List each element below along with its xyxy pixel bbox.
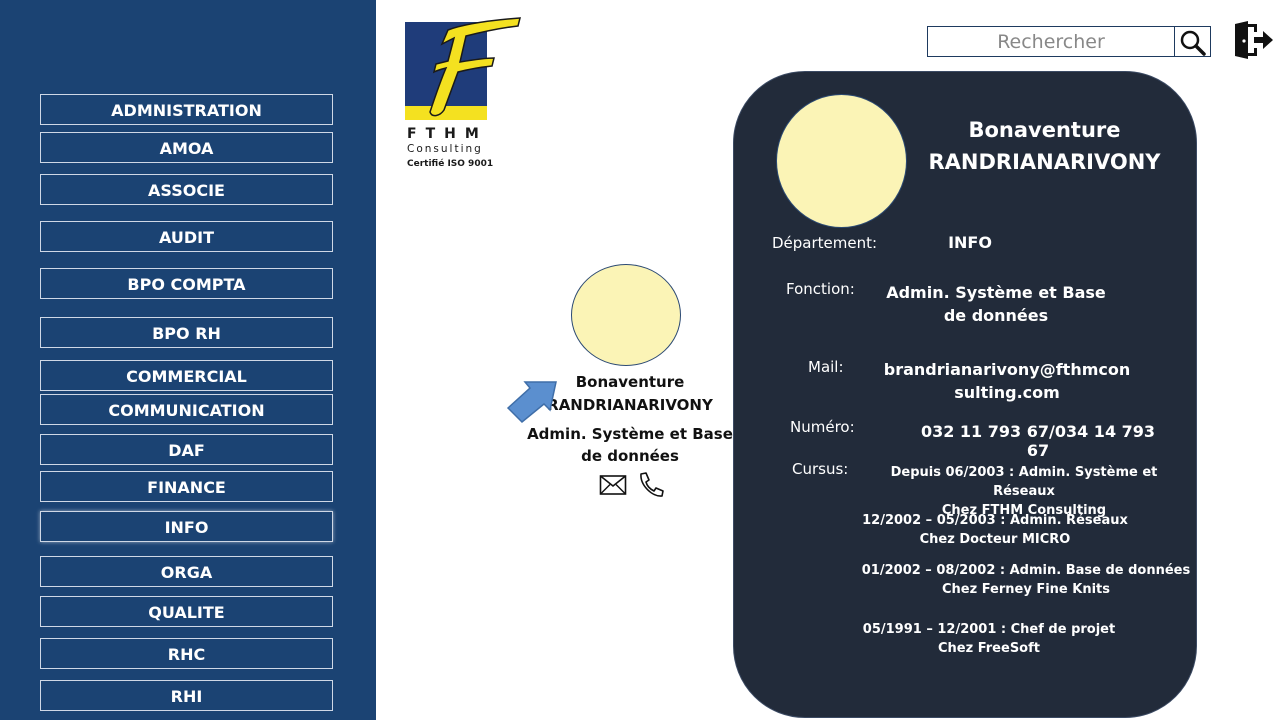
phone-icon (640, 472, 664, 497)
department-sidebar: ADMNISTRATION AMOA ASSOCIE AUDIT BPO COM… (0, 0, 376, 720)
sidebar-item-admnistration[interactable]: ADMNISTRATION (40, 94, 333, 125)
sidebar-item-amoa[interactable]: AMOA (40, 132, 333, 163)
search-input[interactable] (928, 27, 1175, 56)
mail-icon (599, 475, 627, 495)
mail-value-line2: sulting.com (954, 383, 1060, 402)
cursus-entry-line2: Chez Docteur MICRO (919, 532, 1071, 547)
cursus-label: Cursus: (792, 460, 849, 478)
function-label: Fonction: (786, 280, 855, 298)
cursus-entry-line1: 05/1991 – 12/2001 : Chef de projet (862, 622, 1116, 637)
sidebar-item-bpo-compta[interactable]: BPO COMPTA (40, 268, 333, 299)
sidebar-item-orga[interactable]: ORGA (40, 556, 333, 587)
sidebar-item-info[interactable]: INFO (40, 511, 333, 542)
mail-value-line1: brandrianarivony@fthmcon (883, 360, 1131, 379)
cursus-entry: 05/1991 – 12/2001 : Chef de projet Chez … (858, 620, 1120, 658)
cursus-entry: 12/2002 – 05/2003 : Admin. Réseaux Chez … (858, 511, 1132, 549)
logout-icon (1235, 21, 1273, 59)
employee-avatar-small[interactable] (571, 264, 681, 366)
sidebar-item-audit[interactable]: AUDIT (40, 221, 333, 252)
department-value: INFO (948, 233, 992, 252)
mini-card-role-line1: Admin. Système et Base (527, 425, 733, 443)
mail-button[interactable] (599, 474, 627, 496)
profile-last-name: RANDRIANARIVONY (928, 150, 1161, 174)
number-label: Numéro: (790, 418, 855, 436)
number-value: 032 11 793 67/034 14 793 67 (920, 422, 1156, 460)
mini-card-role-line2: de données (581, 447, 679, 465)
mail-label: Mail: (808, 358, 844, 376)
cursus-entry-line1: 12/2002 – 05/2003 : Admin. Réseaux (862, 513, 1128, 528)
fthm-logo: FTHM Consulting Certifié ISO 9001 (404, 16, 524, 176)
sidebar-item-rhi[interactable]: RHI (40, 680, 333, 711)
sidebar-item-commercial[interactable]: COMMERCIAL (40, 360, 333, 391)
department-label: Département: (772, 234, 878, 252)
phone-button[interactable] (637, 471, 665, 499)
profile-first-name: Bonaventure (968, 118, 1121, 142)
cursus-entry-line1: 01/2002 – 08/2002 : Admin. Base de donné… (861, 563, 1191, 578)
sidebar-item-rhc[interactable]: RHC (40, 638, 333, 669)
cursus-entry-line2: Chez Ferney Fine Knits (941, 582, 1111, 597)
sidebar-item-qualite[interactable]: QUALITE (40, 596, 333, 627)
function-value-line1: Admin. Système et Base (886, 283, 1106, 302)
magnifier-icon (1180, 30, 1206, 56)
search-button[interactable] (1175, 27, 1210, 56)
sidebar-item-bpo-rh[interactable]: BPO RH (40, 317, 333, 348)
pointer-arrow-icon (506, 381, 557, 424)
logo-letters: FTHM (407, 126, 488, 142)
sidebar-item-communication[interactable]: COMMUNICATION (40, 394, 333, 425)
sidebar-item-associe[interactable]: ASSOCIE (40, 174, 333, 205)
employee-avatar-large (776, 94, 907, 228)
logout-button[interactable] (1232, 20, 1274, 60)
cursus-entry: 01/2002 – 08/2002 : Admin. Base de donné… (858, 561, 1194, 599)
sidebar-item-daf[interactable]: DAF (40, 434, 333, 465)
sidebar-item-finance[interactable]: FINANCE (40, 471, 333, 502)
cursus-entry-line2: Chez FreeSoft (938, 641, 1040, 656)
function-value-line2: de données (943, 306, 1049, 325)
cursus-entry-line1: Depuis 06/2003 : Admin. Système et Résea… (890, 465, 1158, 499)
logo-certification: Certifié ISO 9001 (407, 158, 493, 169)
search-bar (927, 26, 1211, 57)
logo-subtitle: Consulting (407, 143, 483, 155)
